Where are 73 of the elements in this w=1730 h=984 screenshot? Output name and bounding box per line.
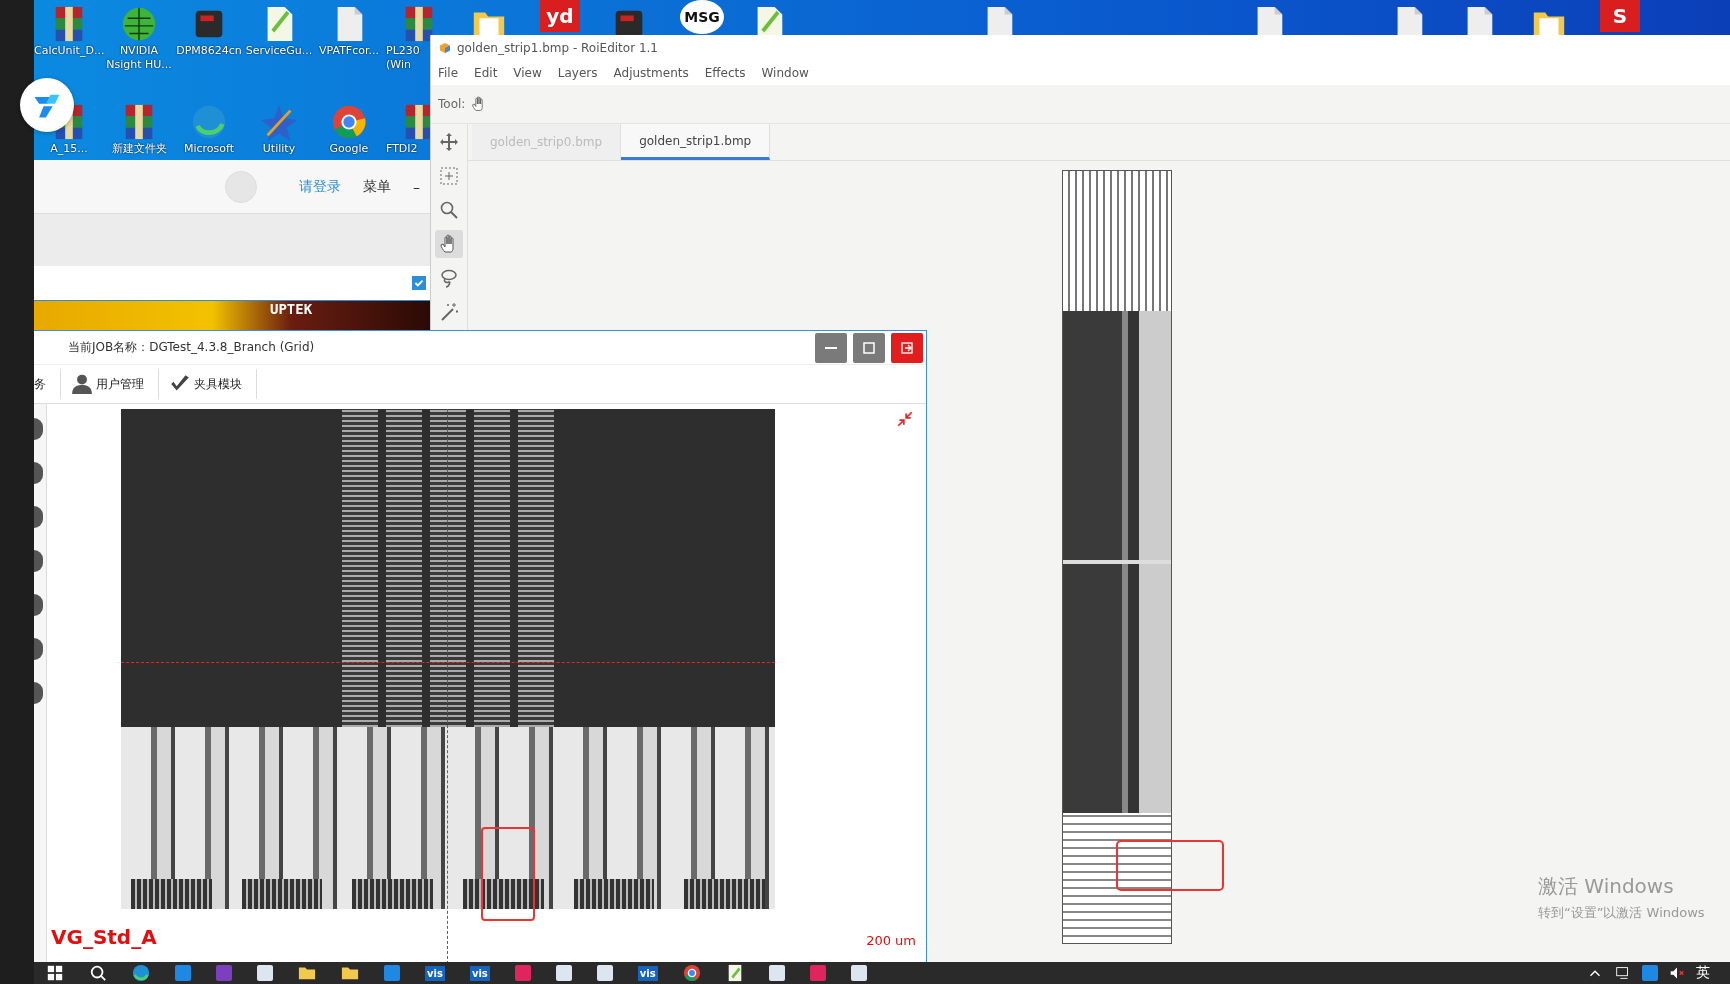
exit-button[interactable] <box>891 332 923 363</box>
move-icon <box>439 132 459 152</box>
input-method-indicator[interactable]: 英 <box>1696 964 1710 982</box>
desktop-icon-label[interactable]: DPM8624cn <box>174 44 244 58</box>
side-tool-icon[interactable] <box>34 638 43 660</box>
window-title: 当前JOB名称：DGTest_4.3.8_Branch (Grid) <box>68 339 315 356</box>
minimize-icon <box>825 346 837 349</box>
file-tab[interactable]: golden_strip1.bmp <box>621 124 771 160</box>
user-icon <box>71 373 93 395</box>
desktop-icon-label[interactable]: ServiceGu... <box>244 44 314 58</box>
menu-item[interactable]: File <box>438 66 459 80</box>
toolbar-button[interactable]: 用户管理 <box>71 369 159 399</box>
swirl-icon[interactable] <box>132 964 150 982</box>
desktop-icon-label[interactable]: 新建文件夹 <box>104 142 174 156</box>
checkbox[interactable] <box>412 276 426 290</box>
minimize-button[interactable] <box>815 332 847 363</box>
menu-item[interactable]: Layers <box>557 66 598 80</box>
menu-item[interactable]: Edit <box>474 66 498 80</box>
toolbar-button[interactable]: 夹具模块 <box>169 369 257 399</box>
app-icon[interactable] <box>555 965 572 981</box>
activation-hint: 转到“设置”以激活 Windows <box>1538 904 1705 922</box>
menu-item[interactable]: Effects <box>704 66 746 80</box>
app-icon[interactable] <box>596 965 613 981</box>
activation-heading: 激活 Windows <box>1538 873 1675 900</box>
roi-rectangle[interactable] <box>481 827 535 921</box>
side-tool-icon[interactable] <box>34 682 43 704</box>
exit-icon <box>900 340 914 355</box>
desktop-icon-label[interactable]: PL230 (Win <box>384 44 428 72</box>
tool-label: Tool: <box>438 97 466 111</box>
toolbar-button[interactable]: 务 <box>34 369 61 399</box>
window-title: golden_strip1.bmp - RoiEditor 1.1 <box>457 41 658 55</box>
browser-icon[interactable] <box>682 964 701 982</box>
desktop-icon-label[interactable]: Google <box>314 142 384 156</box>
maximize-button[interactable] <box>853 332 885 363</box>
minimize-button[interactable]: – <box>413 178 420 195</box>
app-taskbar-button[interactable]: vis <box>637 965 658 981</box>
app-taskbar-button[interactable]: vis <box>425 965 445 981</box>
tool-button[interactable] <box>435 230 463 258</box>
menu-button[interactable]: 菜单 <box>363 177 391 196</box>
desktop-icon-label[interactable]: Utility <box>244 142 314 156</box>
side-tool-icon[interactable] <box>34 506 43 528</box>
menu-item[interactable]: Adjustments <box>613 66 689 80</box>
lasso-icon <box>439 268 459 288</box>
maximize-icon <box>862 340 876 355</box>
login-link[interactable]: 请登录 <box>299 177 341 196</box>
app-taskbar-button[interactable]: vis <box>469 965 490 981</box>
windows-start-icon[interactable] <box>46 964 64 982</box>
overlay-label: VG_Std_A <box>51 925 157 949</box>
desktop-icon-label[interactable]: VPATFcor... <box>314 44 384 58</box>
desktop-icon-label[interactable]: NVIDIA Nsight HU... <box>104 44 174 72</box>
scale-label: 200 um <box>866 933 916 948</box>
side-tool-icon[interactable] <box>34 550 43 572</box>
app-logo: yd <box>540 0 580 32</box>
app-icon[interactable] <box>850 965 867 981</box>
search-icon <box>439 200 459 220</box>
side-tool-icon[interactable] <box>34 594 43 616</box>
menu-item[interactable]: View <box>513 66 542 80</box>
menu-item[interactable]: Window <box>761 66 809 80</box>
search-icon[interactable] <box>89 964 107 982</box>
desktop-icon-label[interactable]: A_15... <box>34 142 104 156</box>
avatar <box>225 170 257 203</box>
cube-icon <box>439 42 451 54</box>
collapse-icon[interactable] <box>896 410 914 428</box>
banner-text: UPTEK <box>270 301 313 317</box>
desktop-icon-label[interactable]: CalcUnit_D... <box>34 44 104 58</box>
app-logo: S <box>1600 0 1640 32</box>
desktop-icon-label[interactable]: Microsoft <box>174 142 244 156</box>
selection-icon <box>439 166 459 186</box>
app-icon[interactable] <box>768 965 785 981</box>
side-tool-icon[interactable] <box>34 462 43 484</box>
desktop-icon-label[interactable]: FTDI2 <box>384 142 428 156</box>
magic-wand-icon <box>439 302 459 322</box>
side-tool-icon[interactable] <box>34 418 43 440</box>
